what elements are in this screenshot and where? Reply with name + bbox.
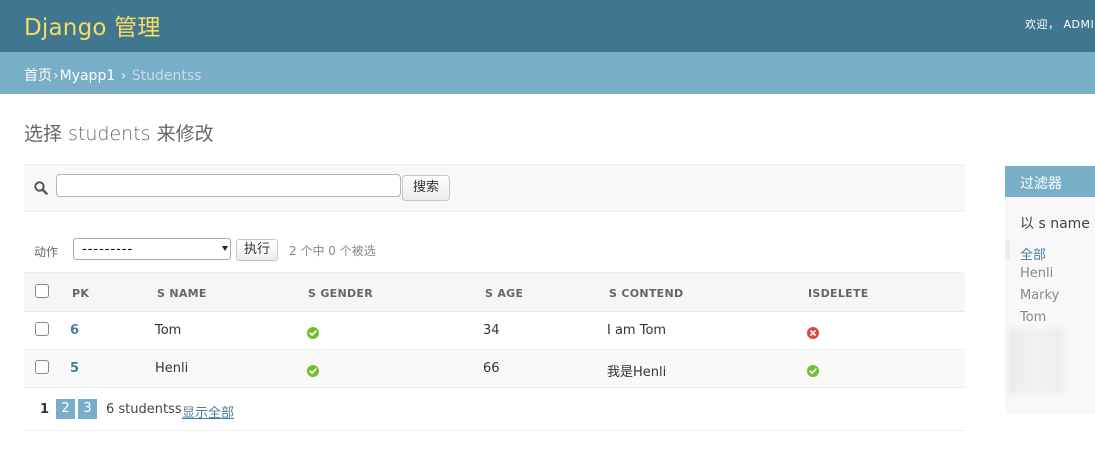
- select-all-checkbox[interactable]: [35, 284, 49, 298]
- check-circle-icon: [307, 324, 319, 339]
- row-checkbox[interactable]: [35, 360, 49, 374]
- column-header-pk[interactable]: PK: [72, 287, 89, 300]
- check-circle-icon: [307, 362, 319, 377]
- chevron-down-icon: [222, 246, 228, 251]
- column-header-s-contend[interactable]: S CONTEND: [609, 287, 683, 300]
- breadcrumb: 首页›Myapp1 › Studentss: [0, 52, 1095, 94]
- action-select-value: ---------: [82, 242, 134, 257]
- row-checkbox[interactable]: [35, 322, 49, 336]
- breadcrumb-separator: ›: [120, 68, 127, 84]
- cell-s-name: Henli: [155, 361, 189, 376]
- x-circle-icon: [807, 324, 819, 339]
- filter-title-text: 过滤器: [1020, 176, 1062, 192]
- cell-s-contend: 我是Henli: [607, 365, 667, 380]
- filter-subtitle: 以 s name: [1020, 216, 1090, 232]
- actions-label: 动作: [34, 245, 59, 259]
- site-title[interactable]: Django 管理: [24, 8, 161, 42]
- filter-selected-indicator: [1005, 240, 1010, 260]
- page-link-3[interactable]: 3: [78, 399, 97, 419]
- column-header-s-name[interactable]: S NAME: [157, 287, 207, 300]
- page-current: 1: [40, 402, 50, 417]
- filter-title: 过滤器: [1005, 166, 1095, 197]
- show-all-link[interactable]: 显示全部: [182, 402, 234, 421]
- page-title: 选择 students 来修改: [24, 123, 214, 145]
- action-select[interactable]: ---------: [73, 238, 231, 260]
- column-header-isdelete[interactable]: ISDELETE: [808, 287, 869, 300]
- row-pk-link[interactable]: 6: [70, 323, 79, 338]
- breadcrumb-separator: ›: [53, 68, 59, 84]
- result-table: PK S NAME S GENDER S AGE S CONTEND ISDEL…: [24, 272, 965, 388]
- breadcrumb-current: Studentss: [131, 68, 202, 84]
- table-row: 5 Henli 66 我是Henli: [24, 350, 965, 388]
- run-action-button[interactable]: 执行: [236, 239, 278, 261]
- filter-panel: 过滤器 以 s name 全部 Henli Marky Tom: [1005, 166, 1095, 414]
- filter-item-marky[interactable]: Marky: [1020, 288, 1059, 303]
- check-circle-icon: [807, 362, 819, 377]
- filter-item-henli[interactable]: Henli: [1020, 266, 1053, 281]
- result-count: 6 studentss: [106, 402, 182, 417]
- row-pk-link[interactable]: 5: [70, 361, 79, 376]
- search-icon: [34, 181, 48, 195]
- column-header-s-gender[interactable]: S GENDER: [308, 287, 373, 300]
- search-input[interactable]: [56, 174, 401, 197]
- filter-item-tom[interactable]: Tom: [1020, 310, 1046, 325]
- selection-counter: 2 个中 0 个被选: [289, 244, 376, 258]
- search-button[interactable]: 搜索: [402, 175, 450, 201]
- table-header: PK S NAME S GENDER S AGE S CONTEND ISDEL…: [24, 272, 965, 312]
- header: Django 管理 欢迎， ADMIN: [0, 0, 1095, 52]
- page-link-2[interactable]: 2: [56, 399, 75, 419]
- column-header-s-age[interactable]: S AGE: [485, 287, 523, 300]
- cell-s-name: Tom: [155, 323, 182, 338]
- search-toolbar: 搜索: [24, 164, 965, 212]
- breadcrumb-home-link[interactable]: 首页: [24, 68, 52, 84]
- user-tools: 欢迎， ADMIN: [1025, 18, 1095, 31]
- cell-s-age: 34: [483, 323, 500, 338]
- paginator: 1 2 3 6 studentss 显示全部: [24, 388, 965, 431]
- filter-item-all[interactable]: 全部: [1020, 244, 1046, 263]
- filter-blurred-region: [1008, 328, 1064, 394]
- cell-s-contend: I am Tom: [607, 323, 667, 338]
- breadcrumb-app-link[interactable]: Myapp1: [60, 68, 116, 84]
- table-row: 6 Tom 34 I am Tom: [24, 312, 965, 350]
- cell-s-age: 66: [483, 361, 500, 376]
